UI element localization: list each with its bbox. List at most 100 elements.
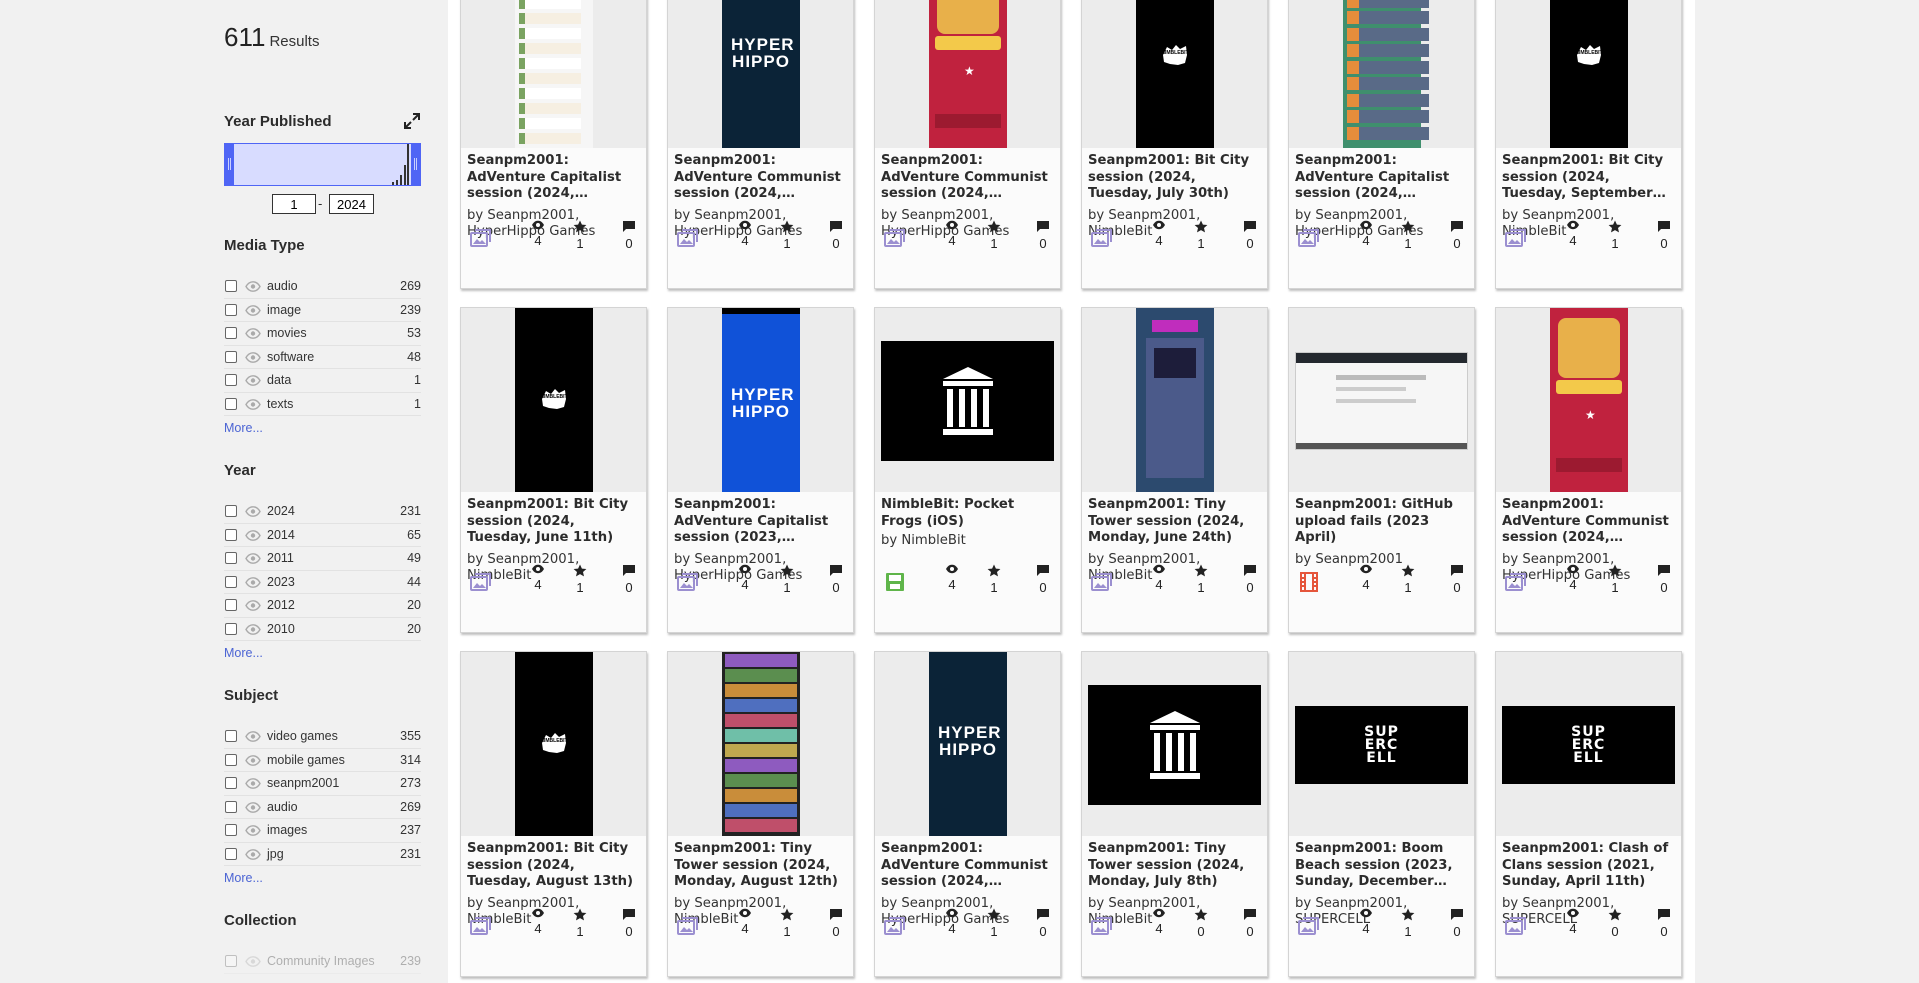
facet-checkbox[interactable] [225, 575, 237, 588]
eye-icon[interactable] [245, 529, 261, 541]
eye-icon[interactable] [245, 754, 261, 766]
item-title[interactable]: Seanpm2001: GitHub upload fails (2023 Ap… [1295, 497, 1471, 547]
item-thumbnail[interactable]: SUP ERC ELL [1496, 652, 1681, 836]
year-more-link[interactable]: More... [224, 646, 263, 660]
item-card[interactable]: ★ Seanpm2001: AdVenture Communist session… [1495, 307, 1682, 633]
facet-label[interactable]: mobile games [267, 753, 345, 767]
facet-label[interactable]: 2023 [267, 575, 295, 589]
facet-label[interactable]: 2014 [267, 528, 295, 542]
item-thumbnail[interactable]: NIMBLEBIT [1082, 0, 1267, 148]
item-title[interactable]: Seanpm2001: Clash of Clans session (2021… [1502, 841, 1678, 891]
item-title[interactable]: Seanpm2001: AdVenture Communist session … [1502, 497, 1678, 547]
item-card[interactable]: ★ Seanpm2001: AdVenture Communist session… [874, 0, 1061, 289]
facet-label[interactable]: software [267, 350, 314, 364]
facet-checkbox[interactable] [225, 350, 237, 363]
item-thumbnail[interactable]: ★ [1496, 308, 1681, 492]
item-thumbnail[interactable]: NIMBLEBIT [1496, 0, 1681, 148]
item-card[interactable]: Seanpm2001: AdVenture Capitalist session… [460, 0, 647, 289]
item-card[interactable]: NIMBLEBIT Seanpm2001: Bit City session (2… [460, 651, 647, 977]
range-handle-left[interactable] [225, 144, 234, 185]
item-title[interactable]: Seanpm2001: Bit City session (2024, Tues… [1502, 153, 1678, 203]
facet-checkbox[interactable] [225, 374, 237, 386]
eye-icon[interactable] [245, 506, 261, 517]
facet-label[interactable]: image [267, 303, 301, 317]
facet-row-media-type[interactable]: data 1 [224, 369, 421, 393]
facet-checkbox[interactable] [225, 280, 237, 292]
facet-row-year[interactable]: 2014 65 [224, 524, 421, 548]
facet-row-subject[interactable]: mobile games 314 [224, 749, 421, 773]
item-card[interactable]: NimbleBit: Pocket Frogs (iOS) by NimbleBi… [874, 307, 1061, 633]
item-card[interactable]: Seanpm2001: Tiny Tower session (2024, Mo… [1081, 307, 1268, 633]
facet-checkbox[interactable] [225, 730, 237, 742]
item-card[interactable]: Seanpm2001: AdVenture Capitalist session… [1288, 0, 1475, 289]
item-title[interactable]: Seanpm2001: AdVenture Communist session … [881, 153, 1057, 203]
facet-row-subject[interactable]: audio 269 [224, 796, 421, 820]
item-title[interactable]: NimbleBit: Pocket Frogs (iOS) [881, 497, 1057, 530]
item-title[interactable]: Seanpm2001: Bit City session (2024, Tues… [467, 497, 643, 547]
item-title[interactable]: Seanpm2001: AdVenture Capitalist session… [674, 497, 850, 547]
item-card[interactable]: Seanpm2001: Tiny Tower session (2024, Mo… [1081, 651, 1268, 977]
item-card[interactable]: SUP ERC ELL Seanpm2001: Boom Beach sessio… [1288, 651, 1475, 977]
item-title[interactable]: Seanpm2001: Tiny Tower session (2024, Mo… [1088, 497, 1264, 547]
item-card[interactable]: NIMBLEBIT Seanpm2001: Bit City session (2… [1495, 0, 1682, 289]
expand-icon[interactable] [403, 112, 421, 130]
facet-checkbox[interactable] [225, 777, 237, 789]
facet-row-media-type[interactable]: image 239 [224, 299, 421, 323]
item-title[interactable]: Seanpm2001: Bit City session (2024, Tues… [467, 841, 643, 891]
eye-icon[interactable] [245, 576, 261, 588]
facet-row-collection[interactable]: Community Images 239 [224, 950, 421, 974]
item-card[interactable]: HYPER HIPPO Seanpm2001: AdVenture Communi… [874, 651, 1061, 977]
year-to-input[interactable] [329, 194, 374, 214]
facet-label[interactable]: 2010 [267, 622, 295, 636]
item-thumbnail[interactable] [1289, 308, 1474, 492]
facet-label[interactable]: audio [267, 800, 298, 814]
item-thumbnail[interactable]: HYPER HIPPO [668, 0, 853, 148]
facet-checkbox[interactable] [225, 800, 237, 813]
media-type-more-link[interactable]: More... [224, 421, 263, 435]
facet-label[interactable]: Community Images [267, 954, 375, 968]
facet-checkbox[interactable] [225, 622, 237, 635]
eye-icon[interactable] [245, 848, 261, 860]
item-title[interactable]: Seanpm2001: AdVenture Capitalist session… [1295, 153, 1471, 203]
item-card[interactable]: SUP ERC ELL Seanpm2001: Clash of Clans se… [1495, 651, 1682, 977]
facet-checkbox[interactable] [225, 599, 237, 611]
item-card[interactable]: NIMBLEBIT Seanpm2001: Bit City session (2… [460, 307, 647, 633]
item-card[interactable]: NIMBLEBIT Seanpm2001: Bit City session (2… [1081, 0, 1268, 289]
facet-checkbox[interactable] [225, 327, 237, 339]
facet-row-year[interactable]: 2023 44 [224, 571, 421, 595]
item-thumbnail[interactable] [1289, 0, 1474, 148]
facet-row-subject[interactable]: video games 355 [224, 725, 421, 749]
facet-checkbox[interactable] [225, 505, 237, 517]
facet-row-subject[interactable]: seanpm2001 273 [224, 772, 421, 796]
facet-label[interactable]: video games [267, 729, 338, 743]
facet-row-media-type[interactable]: audio 269 [224, 275, 421, 299]
item-thumbnail[interactable] [668, 652, 853, 836]
facet-checkbox[interactable] [225, 824, 237, 836]
item-thumbnail[interactable] [1082, 652, 1267, 836]
facet-label[interactable]: 2024 [267, 504, 295, 518]
eye-icon[interactable] [245, 778, 261, 789]
eye-icon[interactable] [245, 304, 261, 316]
item-thumbnail[interactable]: NIMBLEBIT [461, 652, 646, 836]
facet-row-year[interactable]: 2011 49 [224, 547, 421, 571]
facet-label[interactable]: jpg [267, 847, 284, 861]
year-from-input[interactable] [272, 194, 316, 214]
item-title[interactable]: Seanpm2001: AdVenture Communist session … [881, 841, 1057, 891]
eye-icon[interactable] [245, 825, 261, 836]
facet-label[interactable]: texts [267, 397, 293, 411]
eye-icon[interactable] [245, 801, 261, 813]
eye-icon[interactable] [245, 600, 261, 611]
item-thumbnail[interactable]: ★ [875, 0, 1060, 148]
eye-icon[interactable] [245, 281, 261, 292]
item-thumbnail[interactable]: HYPER HIPPO [875, 652, 1060, 836]
facet-row-media-type[interactable]: texts 1 [224, 393, 421, 417]
item-title[interactable]: Seanpm2001: Boom Beach session (2023, Su… [1295, 841, 1471, 891]
item-thumbnail[interactable]: SUP ERC ELL [1289, 652, 1474, 836]
facet-row-media-type[interactable]: movies 53 [224, 322, 421, 346]
facet-checkbox[interactable] [225, 552, 237, 564]
facet-checkbox[interactable] [225, 397, 237, 410]
item-title[interactable]: Seanpm2001: AdVenture Capitalist session… [467, 153, 643, 203]
facet-label[interactable]: seanpm2001 [267, 776, 339, 790]
item-card[interactable]: HYPER HIPPO Seanpm2001: AdVenture Capital… [667, 307, 854, 633]
eye-icon[interactable] [245, 623, 261, 635]
